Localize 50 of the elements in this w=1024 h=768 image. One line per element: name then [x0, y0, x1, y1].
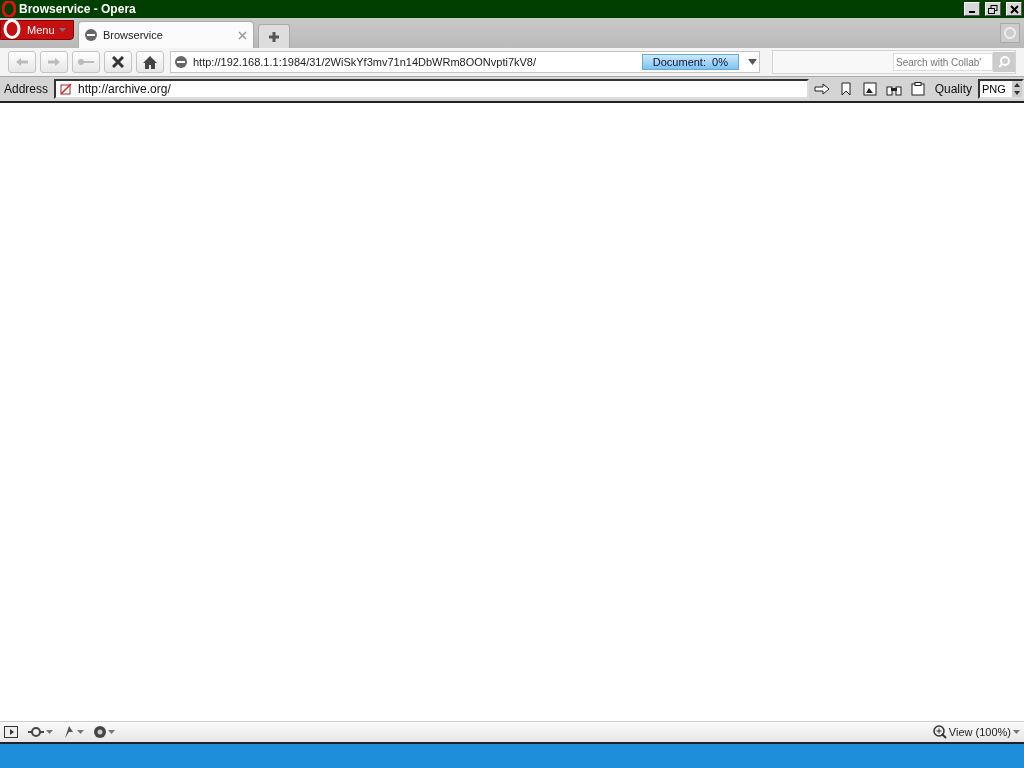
restore-icon [988, 4, 998, 14]
circle-icon [1004, 27, 1016, 39]
window-title: Browservice - Opera [19, 2, 137, 16]
search-field[interactable]: Search with Collab' [893, 53, 993, 71]
caret-icon [58, 28, 66, 32]
bookmark-icon [840, 82, 851, 96]
right-arrow-icon [47, 57, 61, 67]
search-icon [998, 56, 1010, 68]
new-tab-button[interactable] [258, 24, 290, 48]
quality-label: Quality [933, 82, 973, 96]
play-panel-icon [4, 726, 18, 738]
no-security-icon [60, 83, 73, 95]
close-icon [1009, 4, 1019, 14]
sync-icon [28, 726, 44, 738]
plus-icon [268, 30, 280, 43]
zoom-icon [932, 725, 947, 739]
caret-icon [747, 59, 757, 65]
spinner-arrows-icon[interactable] [1012, 81, 1022, 97]
minimize-button[interactable] [964, 2, 980, 16]
image-icon [862, 82, 877, 96]
opera-logo-icon [3, 19, 21, 39]
address-label: Address [3, 82, 50, 96]
clipboard-icon [910, 82, 925, 96]
progress-indicator: Document: 0% [641, 54, 739, 70]
browser-tab[interactable]: Browservice [78, 21, 254, 48]
cross-icon [112, 56, 124, 68]
caret-icon [77, 730, 84, 734]
home-button[interactable] [136, 51, 164, 73]
panel-toggle-button[interactable] [4, 726, 18, 738]
opera-logo-icon [2, 1, 16, 17]
caret-icon [46, 730, 53, 734]
close-button[interactable] [1006, 2, 1022, 16]
caret-icon [1013, 730, 1020, 734]
zoom-button[interactable]: View (100%) [932, 725, 1020, 739]
dropdown-button[interactable] [745, 59, 759, 65]
quality-spinner[interactable]: PNG [978, 79, 1024, 99]
key-icon [77, 58, 95, 66]
sync-button[interactable] [28, 726, 53, 738]
url-field[interactable]: http://192.168.1.1:1984/31/2WiSkYf3mv71n14DbWRm8OONvpti7kV8/ Document: 0% [170, 51, 760, 73]
right-arrow-icon [813, 83, 830, 95]
ring-icon [94, 726, 106, 738]
caret-icon [108, 730, 115, 734]
menu-button[interactable]: Menu [0, 20, 74, 40]
close-icon[interactable] [238, 30, 247, 40]
stop-button[interactable] [104, 51, 132, 73]
restore-button[interactable] [985, 2, 1001, 16]
address-field[interactable]: http://archive.org/ [54, 79, 809, 99]
left-arrow-icon [15, 57, 29, 67]
tab-title: Browservice [103, 29, 164, 41]
house-icon [143, 55, 157, 69]
